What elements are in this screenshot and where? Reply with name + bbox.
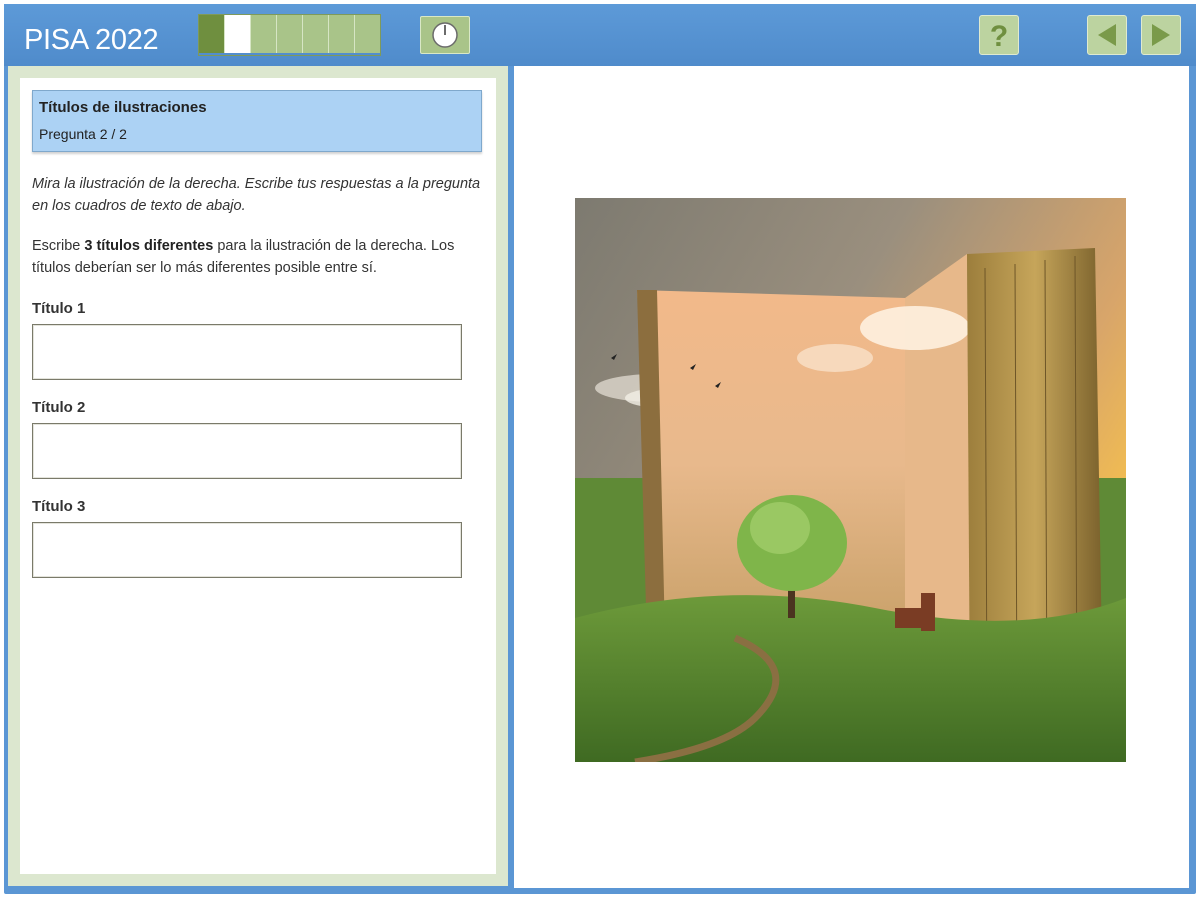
help-question-icon: ? [990, 20, 1008, 50]
help-button[interactable]: ? [979, 15, 1019, 55]
title-2-label: Título 2 [32, 399, 86, 416]
question-title: Títulos de ilustraciones [39, 99, 207, 116]
title-3-label: Título 3 [32, 498, 86, 515]
progress-segment-3 [251, 15, 277, 53]
question-panel: Títulos de ilustraciones Pregunta 2 / 2 … [20, 78, 496, 874]
progress-segment-6 [329, 15, 355, 53]
question-counter: Pregunta 2 / 2 [39, 126, 127, 142]
progress-segment-5 [303, 15, 329, 53]
timer-button[interactable] [420, 16, 470, 54]
progress-segment-7 [355, 15, 380, 53]
question-panel-frame: Títulos de ilustraciones Pregunta 2 / 2 … [8, 66, 508, 886]
stimulus-panel [514, 66, 1189, 888]
title-1-label: Título 1 [32, 300, 86, 317]
progress-bar [198, 14, 381, 56]
app-frame: PISA 2022 ? Títulos de ilustraciones Pre… [4, 4, 1196, 894]
prompt-emphasis: 3 títulos diferentes [84, 238, 214, 254]
progress-segment-2 [225, 15, 251, 53]
progress-segment-1 [199, 15, 225, 53]
arrow-left-icon [1098, 24, 1116, 46]
question-header: Títulos de ilustraciones Pregunta 2 / 2 [32, 90, 482, 152]
forward-button[interactable] [1141, 15, 1181, 55]
progress-segment-4 [277, 15, 303, 53]
top-bar: PISA 2022 ? [4, 4, 1196, 66]
clock-icon [432, 22, 458, 48]
illustration-artwork [575, 198, 1126, 762]
question-prompt: Escribe 3 títulos diferentes para la ilu… [32, 235, 482, 279]
open-book-landscape-illustration [575, 198, 1126, 762]
title-2-input[interactable] [32, 423, 462, 479]
app-title: PISA 2022 [24, 24, 159, 56]
svg-text:?: ? [990, 20, 1008, 50]
prompt-text-start: Escribe [32, 238, 85, 254]
title-3-input[interactable] [32, 522, 462, 578]
arrow-right-icon [1152, 24, 1170, 46]
question-instructions: Mira la ilustración de la derecha. Escri… [32, 176, 481, 214]
title-1-input[interactable] [32, 324, 462, 380]
back-button[interactable] [1087, 15, 1127, 55]
